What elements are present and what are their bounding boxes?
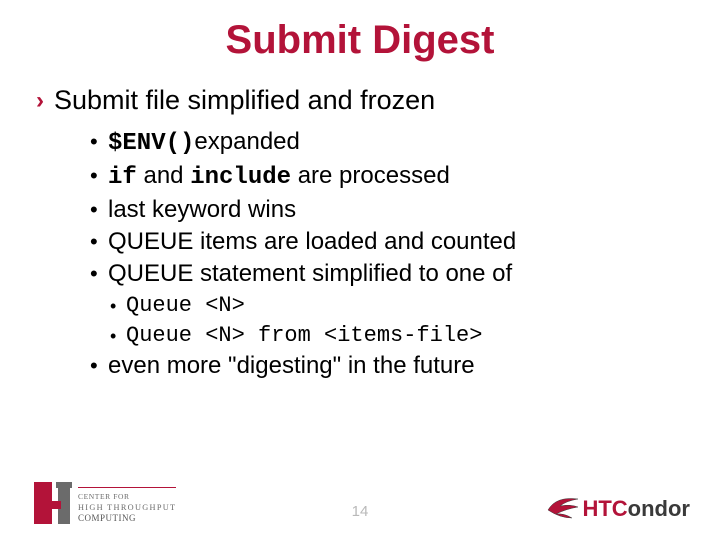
- chevron-icon: ›: [36, 85, 44, 117]
- wing-icon: [546, 496, 580, 522]
- bullet-level3-group: Queue <N> Queue <N> from <items-file>: [110, 291, 690, 351]
- logo-ht: HTC: [582, 496, 627, 521]
- code-line: Queue <N> from <items-file>: [110, 321, 690, 351]
- lvl1-text: Submit file simplified and frozen: [54, 85, 435, 116]
- bullet-item: QUEUE statement simplified to one of: [90, 259, 690, 289]
- htcondor-logo: HTCondor: [546, 496, 690, 522]
- slide: Submit Digest › Submit file simplified a…: [0, 0, 720, 540]
- slide-title: Submit Digest: [30, 18, 690, 63]
- bullet-item: even more "digesting" in the future: [90, 351, 690, 381]
- text-inline: expanded: [194, 128, 299, 155]
- logo-line: CENTER FOR: [78, 491, 176, 502]
- logo-wordmark: HTCondor: [582, 496, 690, 522]
- h-mark-icon: [34, 482, 70, 524]
- logo-line: HIGH THROUGHPUT: [78, 502, 176, 513]
- logo-condor: ondor: [628, 496, 690, 521]
- code-inline: include: [190, 164, 291, 191]
- bullet-item: $ENV()expanded: [90, 127, 690, 159]
- text-inline: and: [137, 162, 190, 189]
- bullet-level2-group: $ENV()expanded if and include are proces…: [90, 127, 690, 381]
- code-line: Queue <N>: [110, 291, 690, 321]
- bullet-item: last keyword wins: [90, 195, 690, 225]
- logo-line: COMPUTING: [78, 513, 176, 524]
- bullet-item: QUEUE items are loaded and counted: [90, 227, 690, 257]
- logo-text: CENTER FOR HIGH THROUGHPUT COMPUTING: [78, 487, 176, 524]
- htc-computing-logo: CENTER FOR HIGH THROUGHPUT COMPUTING: [34, 482, 176, 524]
- bullet-level1: › Submit file simplified and frozen: [36, 85, 690, 117]
- code-inline: $ENV(): [108, 130, 194, 157]
- code-inline: if: [108, 164, 137, 191]
- bullet-item: if and include are processed: [90, 161, 690, 193]
- text-inline: are processed: [291, 162, 450, 189]
